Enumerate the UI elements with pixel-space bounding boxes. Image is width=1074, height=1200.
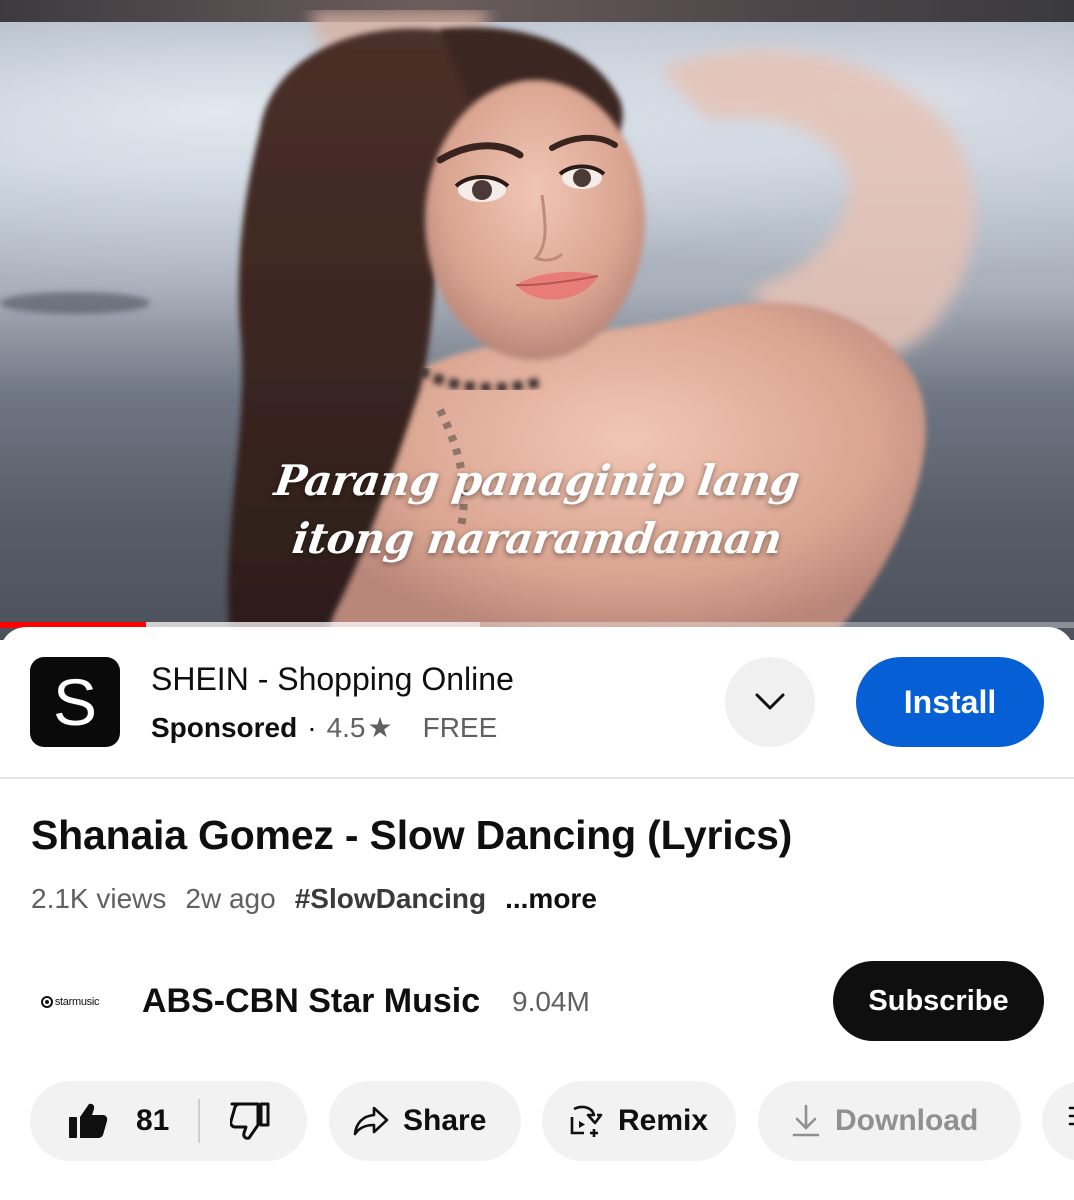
video-meta[interactable]: 2.1K views 2w ago #SlowDancing ...more: [31, 883, 616, 915]
ad-meta: Sponsored · 4.5 ★ FREE: [151, 711, 497, 744]
channel-logo-text: starmusic: [54, 996, 100, 1008]
chevron-down-icon: [755, 693, 785, 710]
more-link[interactable]: ...more: [505, 883, 597, 915]
ad-logo-letter: S: [52, 665, 98, 739]
starmusic-logo-icon: [40, 996, 53, 1008]
hashtag-link[interactable]: #SlowDancing: [295, 883, 486, 915]
video-island: [0, 292, 150, 314]
lyrics-line-2: itong nararamdaman: [289, 514, 785, 563]
video-title[interactable]: Shanaia Gomez - Slow Dancing (Lyrics): [31, 812, 792, 859]
thumbs-up-icon: [69, 1103, 108, 1138]
subscribe-button[interactable]: Subscribe: [833, 961, 1044, 1041]
remix-button[interactable]: Remix: [542, 1081, 736, 1161]
view-count: 2.1K views: [31, 883, 167, 914]
share-icon: [353, 1106, 389, 1136]
like-button[interactable]: 81: [30, 1081, 169, 1161]
video-lyrics-overlay: Parang panaginip lang itong nararamdaman: [0, 452, 1074, 568]
ad-price: FREE: [422, 711, 498, 743]
remix-label: Remix: [618, 1104, 709, 1137]
video-player[interactable]: Parang panaginip lang itong nararamdaman: [0, 0, 1074, 640]
download-button[interactable]: Download: [758, 1081, 1021, 1161]
like-count: 81: [136, 1104, 170, 1137]
channel-name[interactable]: ABS-CBN Star Music: [142, 982, 480, 1021]
star-icon: ★: [367, 712, 393, 743]
watch-details-sheet: S SHEIN - Shopping Online Sponsored · 4.…: [0, 627, 1074, 1200]
ad-expand-button[interactable]: [725, 657, 815, 747]
download-icon: [792, 1104, 820, 1137]
thumbs-down-icon: [230, 1102, 270, 1140]
upload-age: 2w ago: [185, 883, 276, 914]
like-dislike-pill: 81: [30, 1081, 307, 1161]
ad-rating: 4.5: [326, 711, 366, 743]
channel-avatar[interactable]: starmusic: [30, 982, 110, 1022]
ad-title[interactable]: SHEIN - Shopping Online: [151, 661, 514, 698]
lyrics-line-1: Parang panaginip lang: [271, 456, 803, 505]
install-button[interactable]: Install: [856, 657, 1044, 747]
dislike-button[interactable]: [200, 1081, 270, 1161]
save-icon: [1068, 1106, 1074, 1126]
share-label: Share: [403, 1104, 487, 1137]
ad-app-logo[interactable]: S: [30, 657, 120, 747]
save-button[interactable]: [1042, 1081, 1074, 1161]
remix-icon: [570, 1105, 603, 1137]
ad-divider: [0, 777, 1074, 779]
download-label: Download: [835, 1104, 979, 1137]
ad-sponsored-label: Sponsored: [151, 711, 298, 743]
share-button[interactable]: Share: [329, 1081, 521, 1161]
subscriber-count: 9.04M: [512, 986, 590, 1017]
ad-meta-separator: ·: [307, 711, 317, 743]
